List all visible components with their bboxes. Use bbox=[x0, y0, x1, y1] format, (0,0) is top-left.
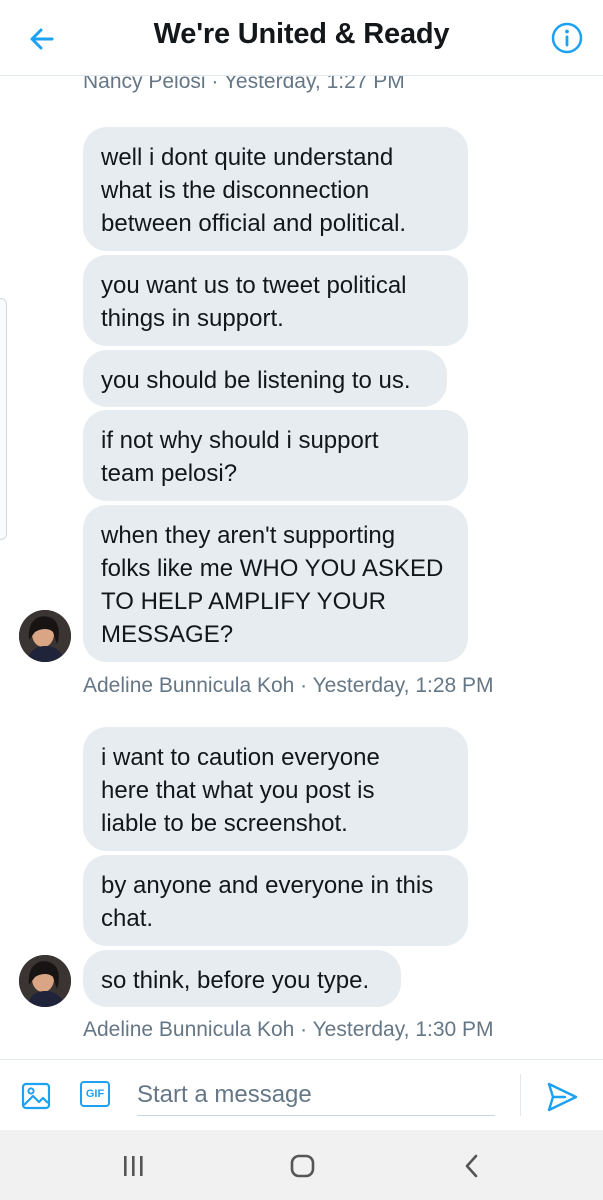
gif-button[interactable]: GIF bbox=[80, 1081, 110, 1107]
message-bubble[interactable]: if not why should i support team pelosi? bbox=[83, 410, 468, 501]
message-bubble[interactable]: well i dont quite understand what is the… bbox=[83, 127, 468, 251]
message-meta: Adeline Bunnicula Koh · Yesterday, 1:28 … bbox=[83, 674, 494, 697]
system-navigation-bar bbox=[0, 1130, 603, 1200]
send-icon[interactable] bbox=[545, 1080, 579, 1114]
image-icon[interactable] bbox=[20, 1080, 52, 1112]
message-bubble[interactable]: so think, before you type. bbox=[83, 950, 401, 1007]
message-bubble[interactable]: when they aren't supporting folks like m… bbox=[83, 505, 468, 662]
nav-back-icon[interactable] bbox=[462, 1154, 482, 1178]
message-bubble[interactable]: i want to caution everyone here that wha… bbox=[83, 727, 468, 851]
recent-apps-icon[interactable] bbox=[121, 1155, 145, 1177]
conversation-title: We're United & Ready bbox=[153, 18, 450, 50]
info-icon[interactable] bbox=[547, 18, 587, 58]
scroll-handle[interactable] bbox=[0, 298, 7, 540]
message-bubble[interactable]: you should be listening to us. bbox=[83, 350, 447, 407]
message-composer: GIF bbox=[0, 1059, 603, 1130]
message-input[interactable] bbox=[137, 1074, 495, 1116]
conversation-header: We're United & Ready bbox=[0, 0, 603, 76]
avatar[interactable] bbox=[19, 610, 71, 662]
avatar[interactable] bbox=[19, 955, 71, 1007]
message-meta: Adeline Bunnicula Koh · Yesterday, 1:30 … bbox=[83, 1018, 494, 1041]
composer-divider bbox=[520, 1074, 521, 1116]
home-icon[interactable] bbox=[290, 1154, 316, 1178]
message-bubble[interactable]: by anyone and everyone in this chat. bbox=[83, 855, 468, 946]
message-bubble[interactable]: you want us to tweet political things in… bbox=[83, 255, 468, 346]
